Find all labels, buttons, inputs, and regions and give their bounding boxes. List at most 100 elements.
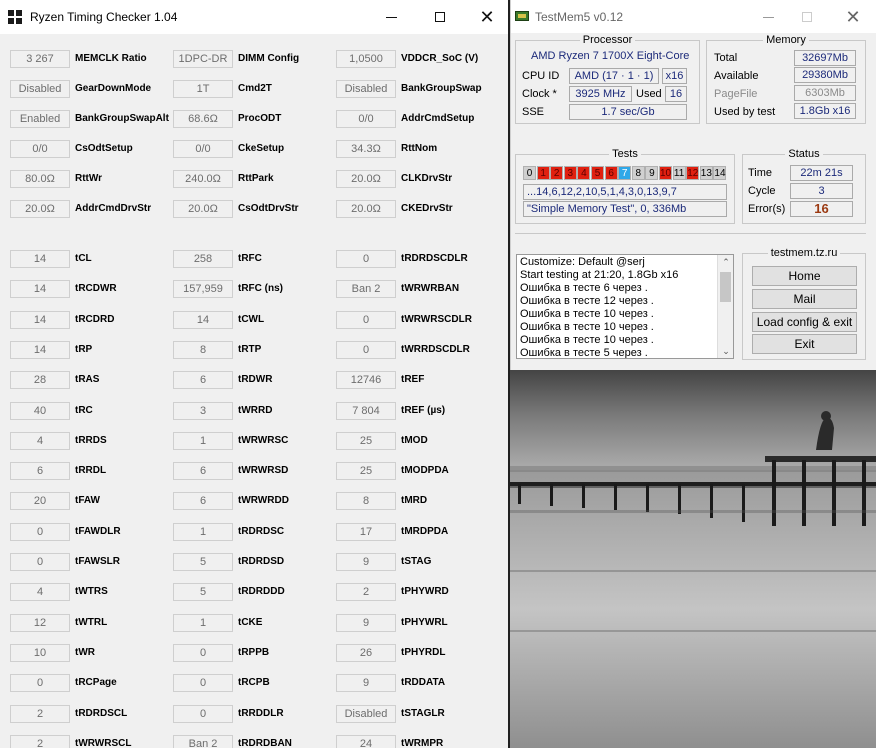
timing-label: tCL [75, 253, 92, 264]
timing-value: 20.0Ω [10, 200, 70, 218]
test-cell: 7 [618, 166, 632, 180]
time-label: Time [748, 167, 773, 179]
memory-available-label: Available [714, 70, 759, 82]
timing-label: tWRWRSCL [75, 737, 132, 748]
timing-value: 17 [336, 522, 396, 541]
used-threads-label: Used [636, 88, 662, 100]
timing-value: 14 [10, 280, 70, 299]
timing-label: MEMCLK Ratio [75, 53, 147, 64]
timing-value: 14 [10, 250, 70, 268]
timing-value: 5 [173, 583, 233, 602]
timing-value: 9 [336, 674, 396, 693]
log-textbox[interactable]: Customize: Default @serj Start testing at… [516, 254, 734, 359]
cycle-label: Cycle [748, 185, 776, 197]
test-cell: 8 [631, 166, 645, 180]
timing-label: tREF (µs) [401, 404, 446, 416]
timing-value: Disabled [10, 80, 70, 98]
timing-label: RttNom [401, 143, 438, 154]
tm-close-button[interactable]: ✕ [840, 6, 866, 28]
pagefile-value: 6303Mb [794, 85, 856, 101]
rtc-close-button[interactable]: ✕ [472, 6, 502, 28]
timing-label: tRPPB [238, 646, 270, 658]
scroll-thumb[interactable] [720, 272, 731, 302]
timing-label: RttPark [238, 173, 274, 184]
rtc-maximize-button[interactable] [425, 6, 455, 28]
log-scrollbar[interactable]: ⌃ ⌄ [717, 255, 733, 358]
test-cell: 9 [645, 166, 659, 180]
timing-label: tRRDDLR [238, 707, 284, 719]
timing-value: 9 [336, 553, 396, 571]
load-config-exit-button[interactable]: Load config & exit [752, 312, 857, 332]
links-group-title: testmem.tz.ru [767, 247, 841, 259]
timing-label: tWTRS [75, 586, 108, 598]
timing-label: tPHYRDL [401, 646, 446, 658]
pagefile-label: PageFile [714, 88, 758, 100]
timing-value: 2 [10, 704, 70, 723]
timing-value: 1 [173, 522, 233, 541]
log-line: Start testing at 21:20, 1.8Gb x16 [520, 269, 679, 281]
ryzen-timing-checker-window: Ryzen Timing Checker 1.04 ✕ 3 267 MEMCLK … [0, 0, 508, 748]
sse-label: SSE [522, 106, 545, 118]
timing-value: 0 [173, 674, 233, 693]
timing-value: 34.3Ω [336, 140, 396, 158]
rtc-minimize-button[interactable] [376, 6, 406, 28]
timing-label: tRCPB [238, 677, 270, 689]
timing-value: 26 [336, 643, 396, 662]
home-button[interactable]: Home [752, 266, 857, 286]
timing-value: 24 [336, 734, 396, 748]
timing-value: 6 [173, 371, 233, 390]
tm-minimize-button[interactable] [755, 6, 781, 28]
timing-value: 5 [173, 553, 233, 571]
timing-label: tMRD [401, 495, 428, 507]
timing-label: tRRDS [75, 434, 107, 446]
timing-label: tSTAGLR [401, 707, 445, 719]
timing-value: 1 [173, 613, 233, 632]
timing-value: 1,0500 [336, 50, 396, 68]
tm-titlebar[interactable]: TestMem5 v0.12 ✕ [511, 0, 876, 33]
timing-label: tRP [75, 343, 93, 355]
rtc-titlebar[interactable]: Ryzen Timing Checker 1.04 ✕ [0, 0, 508, 34]
log-line: Ошибка в тесте 12 через . [520, 295, 654, 307]
timing-value: 8 [173, 340, 233, 359]
timing-label: tRDRDSD [238, 556, 285, 567]
timing-value: 0 [336, 340, 396, 359]
timing-label: tWRRDSCDLR [401, 343, 470, 355]
timing-label: CsOdtDrvStr [238, 203, 299, 214]
test-cell: 4 [577, 166, 591, 180]
timing-value: 8 [336, 492, 396, 511]
tm-window-title: TestMem5 v0.12 [535, 10, 624, 24]
timing-label: tREF [401, 374, 425, 386]
tm-maximize-button[interactable] [794, 6, 820, 28]
timing-label: tRC [75, 404, 93, 416]
mail-button[interactable]: Mail [752, 289, 857, 309]
log-line: Ошибка в тесте 6 через . [520, 282, 648, 294]
exit-button[interactable]: Exit [752, 334, 857, 354]
timing-value: 157,959 [173, 280, 233, 299]
test-cell: 6 [604, 166, 618, 180]
timing-value: 20.0Ω [336, 170, 396, 188]
timing-label: VDDCR_SoC (V) [401, 53, 479, 64]
used-by-test-value: 1.8Gb x16 [794, 103, 856, 119]
timing-label: tWRWRDD [238, 495, 289, 507]
cpu-name: AMD Ryzen 7 1700X Eight-Core [531, 50, 690, 62]
scroll-up-icon[interactable]: ⌃ [721, 257, 731, 267]
timing-label: CsOdtSetup [75, 143, 133, 154]
timing-value: 25 [336, 431, 396, 450]
timing-label: tRDRDSC [238, 525, 285, 537]
clock-label: Clock * [522, 88, 557, 100]
timing-value: Ban 2 [173, 734, 233, 748]
processor-group-title: Processor [579, 34, 636, 46]
timing-label: tFAWSLR [75, 556, 120, 567]
maximize-icon [435, 12, 445, 22]
scroll-down-icon[interactable]: ⌄ [721, 346, 731, 356]
timing-label: tWR [75, 646, 95, 658]
sse-value: 1.7 sec/Gb [569, 104, 687, 120]
timing-label: tRDWR [238, 374, 273, 386]
timing-label: tRDRDSCL [75, 707, 128, 719]
timing-value: 25 [336, 462, 396, 481]
timing-value: 12 [10, 613, 70, 632]
test-cell: 5 [591, 166, 604, 180]
test-cell: 10 [659, 166, 672, 180]
timing-label: tMOD [401, 434, 428, 446]
timing-value: 0 [336, 310, 396, 329]
